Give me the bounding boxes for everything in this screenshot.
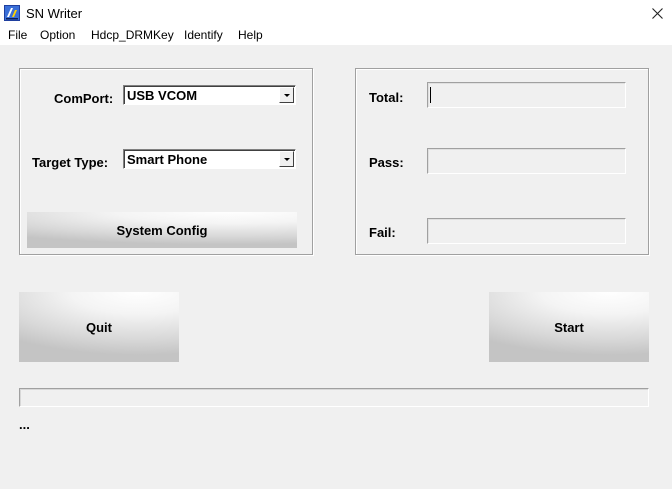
fail-field[interactable] <box>427 218 626 244</box>
total-label: Total: <box>369 90 404 105</box>
total-field[interactable] <box>427 82 626 108</box>
status-text: ... <box>19 417 30 432</box>
comport-label: ComPort: <box>54 91 114 106</box>
start-button[interactable]: Start <box>489 292 649 362</box>
target-type-label: Target Type: <box>32 155 109 170</box>
menu-file[interactable]: File <box>8 28 27 42</box>
title-bar: SN Writer <box>0 0 672 27</box>
menu-hdcp-drmkey[interactable]: Hdcp_DRMKey <box>91 28 174 42</box>
comport-select[interactable]: USB VCOM <box>123 85 296 105</box>
menu-identify[interactable]: Identify <box>184 28 223 42</box>
menu-option[interactable]: Option <box>40 28 75 42</box>
fail-label: Fail: <box>369 225 396 240</box>
quit-button[interactable]: Quit <box>19 292 179 362</box>
sn-writer-app-icon <box>4 5 20 21</box>
menu-bar: File Option Hdcp_DRMKey Identify Help <box>0 27 672 45</box>
chevron-down-icon[interactable] <box>279 87 294 103</box>
target-type-select[interactable]: Smart Phone <box>123 149 296 169</box>
pass-label: Pass: <box>369 155 404 170</box>
text-caret <box>430 87 431 103</box>
close-icon <box>651 8 663 19</box>
progress-bar <box>19 388 649 407</box>
close-button[interactable] <box>642 0 672 27</box>
menu-help[interactable]: Help <box>238 28 263 42</box>
target-type-value: Smart Phone <box>127 152 208 167</box>
comport-value: USB VCOM <box>127 88 198 103</box>
system-config-button[interactable]: System Config <box>27 212 297 248</box>
window-title: SN Writer <box>26 6 83 21</box>
chevron-down-icon[interactable] <box>279 151 294 167</box>
pass-field[interactable] <box>427 148 626 174</box>
